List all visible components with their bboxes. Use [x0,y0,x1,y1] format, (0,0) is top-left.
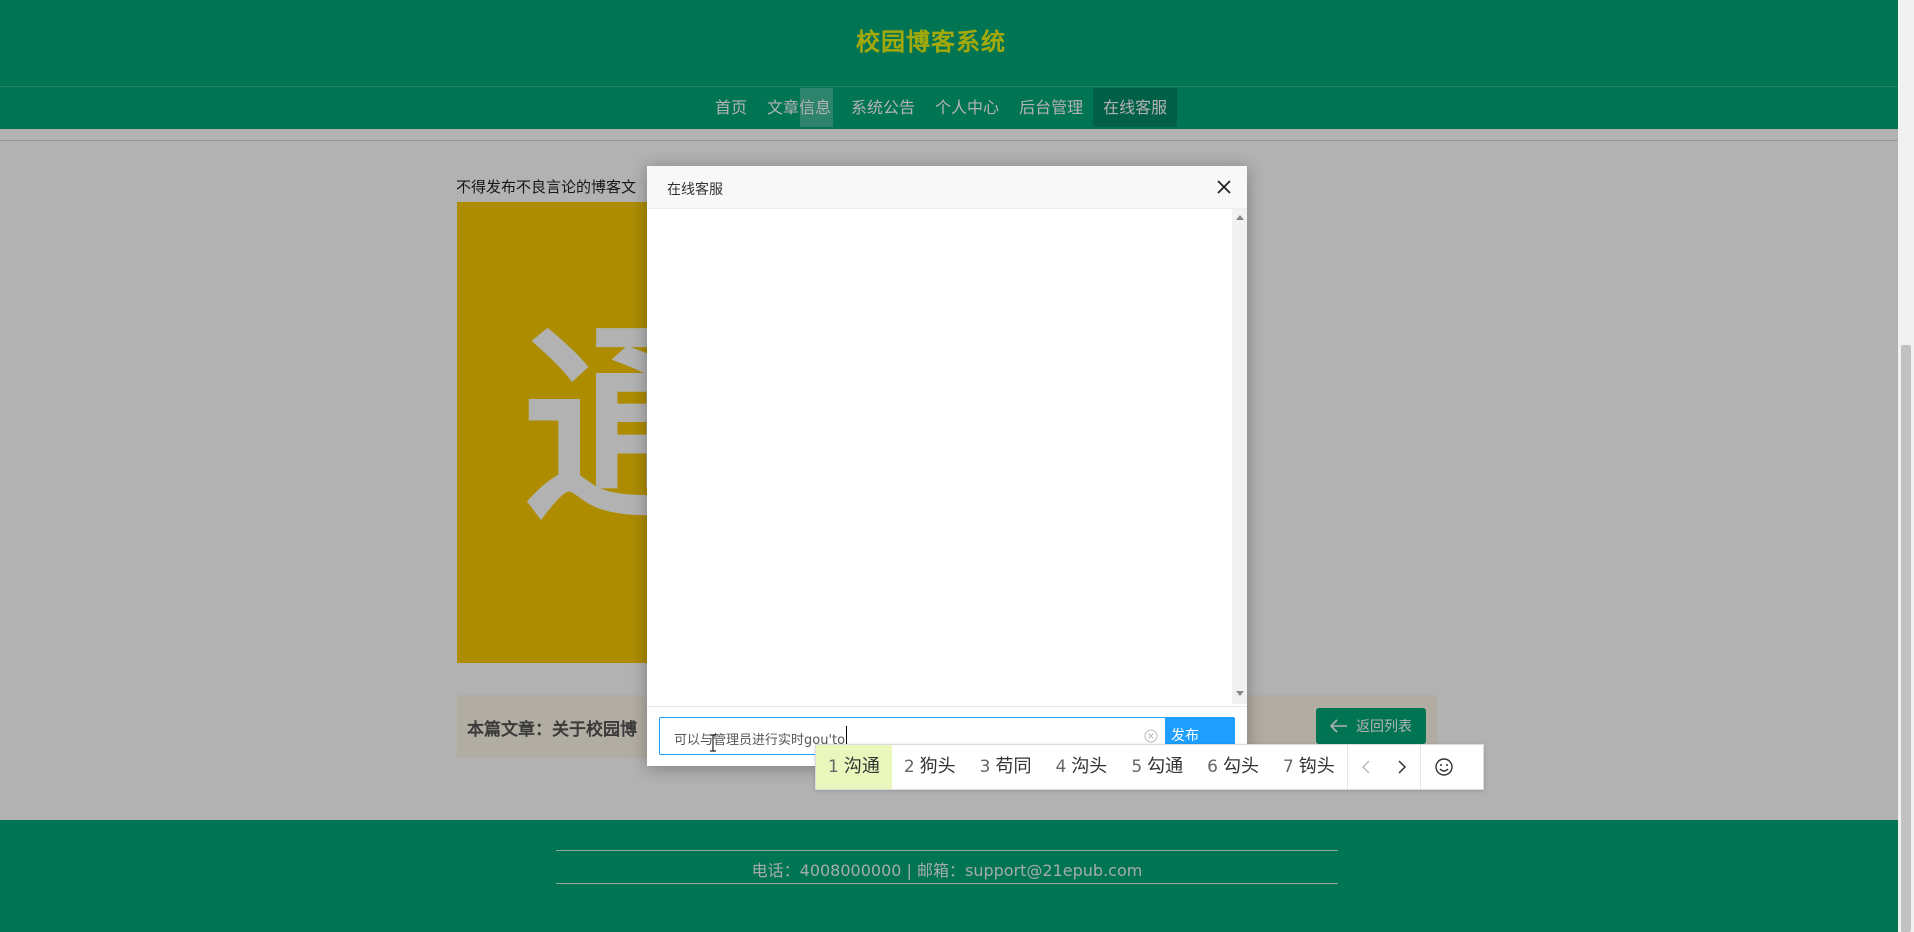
send-button-label: 发布 [1171,728,1199,744]
scroll-up-arrow-icon[interactable] [1236,215,1244,220]
ime-candidate-text: 勾头 [1222,756,1259,777]
ime-candidate[interactable]: 2 狗头 [892,745,968,789]
dialog-footer-divider [647,706,1247,707]
scroll-down-arrow-icon[interactable] [1236,691,1244,696]
chat-message-area[interactable] [647,209,1247,701]
ime-candidate-text: 沟头 [1071,756,1108,777]
ime-candidate-number: 3 [979,757,991,777]
emoji-icon[interactable] [1419,745,1468,789]
ime-next-page-icon[interactable] [1384,745,1420,789]
ime-candidate-number: 7 [1282,757,1294,777]
chat-scrollbar[interactable] [1232,209,1247,704]
ime-candidate-number: 2 [903,757,915,777]
ime-candidate-bar: 1 沟通 2 狗头 3 苟同 4 沟头 5 勾通 6 勾头 7 钩头 [815,744,1484,790]
ime-candidate[interactable]: 3 苟同 [968,745,1044,789]
ime-candidate-text: 沟通 [843,756,880,777]
ime-candidate-number: 5 [1131,757,1143,777]
ime-candidate-text: 狗头 [919,756,956,777]
ime-candidate[interactable]: 5 勾通 [1119,745,1195,789]
text-cursor-icon [710,734,716,752]
dialog-header: 在线客服 [647,166,1247,209]
ime-candidate-text: 苟同 [995,756,1032,777]
ime-candidate[interactable]: 6 勾头 [1195,745,1271,789]
ime-candidate-number: 1 [828,757,839,777]
dialog-title: 在线客服 [667,182,723,198]
ime-candidate[interactable]: 1 沟通 [816,745,892,789]
support-dialog: 在线客服 可以与管理员进行实时gou'to 发布 [647,166,1247,766]
ime-candidate-number: 6 [1207,757,1218,777]
ime-candidate[interactable]: 4 沟头 [1043,745,1119,789]
ime-candidate-number: 4 [1055,757,1067,777]
text-caret [846,726,847,746]
close-icon[interactable] [1215,178,1233,196]
ime-candidate-text: 钩头 [1298,756,1335,777]
clear-input-icon[interactable] [1144,729,1158,743]
page-scrollbar-thumb[interactable] [1901,345,1911,932]
ime-prev-page-icon[interactable] [1348,745,1384,789]
ime-candidate[interactable]: 7 钩头 [1271,745,1347,789]
ime-candidate-text: 勾通 [1147,756,1184,777]
